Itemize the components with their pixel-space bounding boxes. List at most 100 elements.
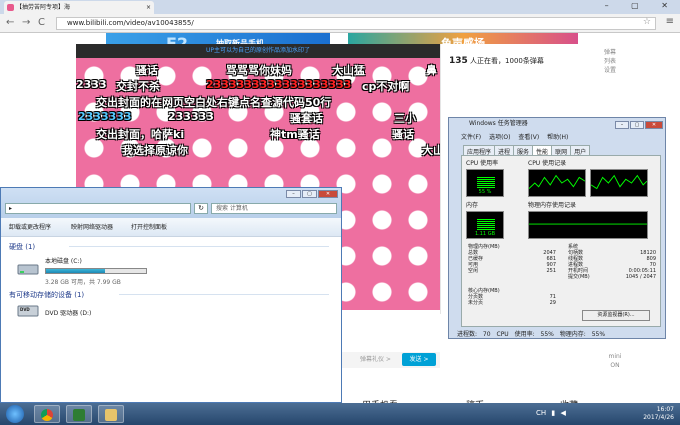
back-arrow-icon[interactable]: ←: [6, 17, 14, 28]
taskbar: CH ▮ ◀ 16:07 2017/4/26: [0, 403, 680, 425]
explorer-command-bar: 卸载或更改程序 映射网络驱动器 打开控制面板: [1, 218, 341, 237]
maximize-icon[interactable]: ▢: [630, 121, 644, 129]
memory-meter: 1.11 GB: [466, 211, 504, 239]
browser-tab[interactable]: 【抽劳苦阿专项】海 ×: [4, 1, 154, 14]
open-control-panel-button[interactable]: 打开控制面板: [131, 218, 167, 237]
bookmark-star-icon[interactable]: ☆: [643, 17, 651, 28]
menu-item[interactable]: 帮助(H): [547, 134, 568, 141]
close-icon[interactable]: ✕: [645, 121, 663, 129]
browser-window-controls[interactable]: – ▢ ✕: [605, 1, 678, 10]
cpu-usage-group: CPU 使用率 55 %: [466, 158, 504, 197]
side-button[interactable]: 列表: [604, 57, 626, 66]
menu-item[interactable]: 文件(F): [461, 134, 481, 141]
viewer-count-number: 135: [449, 56, 468, 66]
drive-c-usage-fill: [46, 269, 105, 273]
kernel-memory-table: 核心内存(MB) 分页数 71 未分页 29: [466, 288, 558, 306]
address-bar[interactable]: www.bilibili.com/video/av10043855/ ☆: [56, 17, 656, 30]
task-manager-statusbar: 进程数: 70 CPU 使用率: 55% 物理内存: 55%: [457, 329, 605, 338]
resource-monitor-button[interactable]: 资源监视器(R)...: [582, 310, 650, 321]
browser-menu-icon[interactable]: ≡: [666, 16, 674, 27]
removable-section-header[interactable]: 有可移动存储的设备 (1): [9, 290, 329, 300]
drive-d[interactable]: DVD DVD 驱动器 (D:): [15, 304, 155, 326]
stat-value: 251: [546, 268, 556, 274]
cpu-history-graph: [590, 169, 648, 197]
task-manager-window[interactable]: Windows 任务管理器 – ▢ ✕ 文件(F) 选项(O) 查看(V) 帮助(H…: [448, 117, 666, 339]
forward-arrow-icon[interactable]: →: [22, 17, 30, 28]
player-notice: UP主可以为自己的原创作品添加水印了: [76, 44, 440, 58]
minimize-icon[interactable]: –: [286, 190, 301, 198]
explorer-address-bar[interactable]: ▸: [5, 203, 191, 214]
performance-panel: CPU 使用率 55 % CPU 使用记录 内存 1.11 GB 物理内存使用记…: [461, 155, 661, 327]
danmaku-comment: 三小: [394, 112, 416, 125]
minimize-icon[interactable]: –: [615, 121, 629, 129]
bilibili-favicon-icon: [7, 4, 14, 11]
taskbar-explorer[interactable]: [98, 405, 124, 423]
clock-date: 2017/4/26: [643, 414, 674, 421]
memory-history-line: [529, 223, 647, 225]
task-manager-titlebar[interactable]: Windows 任务管理器 – ▢ ✕: [449, 118, 665, 130]
send-danmaku-button[interactable]: 发送 >: [402, 353, 436, 366]
taskbar-chrome[interactable]: [34, 405, 60, 423]
folder-icon: [105, 409, 117, 421]
status-memory: 物理内存: 55%: [559, 331, 606, 338]
section-divider: [69, 246, 329, 247]
danmaku-comment: 交出封面，哈萨ki: [96, 128, 185, 141]
danmaku-comment: 骚话: [136, 64, 158, 77]
uninstall-program-button[interactable]: 卸载或更改程序: [9, 218, 51, 237]
danmaku-comment: 2333333333333333333: [206, 78, 352, 91]
status-processes: 进程数: 70: [457, 331, 491, 338]
input-language[interactable]: CH: [536, 409, 546, 417]
stat-value: 1045 / 2047: [625, 274, 656, 280]
reload-icon[interactable]: C: [38, 17, 45, 28]
mini-player-toggle[interactable]: mini ON: [604, 352, 626, 370]
explorer-window[interactable]: – ▢ ✕ ▸ ↻ 搜索 计算机 卸载或更改程序 映射网络驱动器 打开控制面板 硬盘…: [0, 187, 342, 403]
memory-label: 内存: [466, 202, 479, 209]
stat-value: 29: [549, 300, 556, 306]
danmaku-comment: 233333: [168, 110, 214, 123]
side-buttons: 弹幕 列表 设置: [604, 48, 626, 75]
drive-d-name: DVD 驱动器 (D:): [45, 310, 92, 317]
refresh-icon[interactable]: ↻: [194, 203, 208, 214]
tab-close-icon[interactable]: ×: [146, 1, 151, 14]
removable-section-label: 有可移动存储的设备 (1): [9, 291, 85, 299]
danmaku-comment: 骂骂骂你妹妈: [226, 64, 292, 77]
clock[interactable]: 16:07 2017/4/26: [643, 406, 674, 422]
memory-history-graph: [528, 211, 648, 239]
start-button-icon[interactable]: [6, 405, 24, 423]
volume-icon[interactable]: ◀: [560, 409, 565, 417]
drive-c-name: 本地磁盘 (C:): [45, 258, 82, 265]
memory-bar: [477, 219, 495, 230]
explorer-search-input[interactable]: 搜索 计算机: [211, 203, 337, 214]
stat-label: 空闲: [468, 268, 479, 274]
stat-label: 提交(MB): [568, 274, 590, 280]
menu-item[interactable]: 查看(V): [518, 134, 539, 141]
cpu-usage-bar: [477, 177, 495, 188]
taskbar-task-manager[interactable]: [66, 405, 92, 423]
task-manager-controls: – ▢ ✕: [614, 119, 663, 131]
explorer-titlebar[interactable]: – ▢ ✕ ▸ ↻ 搜索 计算机: [1, 188, 341, 218]
clock-time: 16:07: [656, 406, 674, 413]
danmaku-comment: 神tm骚话: [270, 128, 320, 141]
drive-c-usage-bar: [45, 268, 147, 274]
maximize-icon[interactable]: ▢: [302, 190, 317, 198]
danmaku-comment: 大山: [422, 144, 440, 157]
hard-disk-section-header[interactable]: 硬盘 (1): [9, 242, 329, 252]
menu-item[interactable]: 选项(O): [489, 134, 510, 141]
status-cpu: CPU 使用率: 55%: [496, 331, 554, 338]
system-table: 系统 句柄数 18120 线程数 809 进程数 70 开机时间 0:00:05:11 …: [566, 244, 658, 280]
memory-value: 1.11 GB: [474, 231, 496, 237]
danmaku-comment: 骚套话: [290, 112, 323, 125]
side-button[interactable]: 弹幕: [604, 48, 626, 57]
physical-memory-table: 物理内存(MB) 总数 2047 已缓存 681 可用 907 空闲 251: [466, 244, 558, 274]
danmaku-comment: 鼻: [426, 64, 437, 77]
cpu-history-line: [590, 174, 648, 190]
system-tray: CH ▮ ◀: [536, 409, 566, 417]
close-icon[interactable]: ✕: [318, 190, 338, 198]
side-button[interactable]: 设置: [604, 66, 626, 75]
network-icon[interactable]: ▮: [551, 409, 555, 417]
memory-history-group: 物理内存使用记录: [528, 200, 648, 239]
address-url: www.bilibili.com/video/av10043855/: [67, 19, 194, 27]
cpu-history-group: CPU 使用记录: [528, 158, 648, 197]
map-network-drive-button[interactable]: 映射网络驱动器: [71, 218, 113, 237]
danmaku-comment: 我选择原谅你: [122, 144, 188, 157]
